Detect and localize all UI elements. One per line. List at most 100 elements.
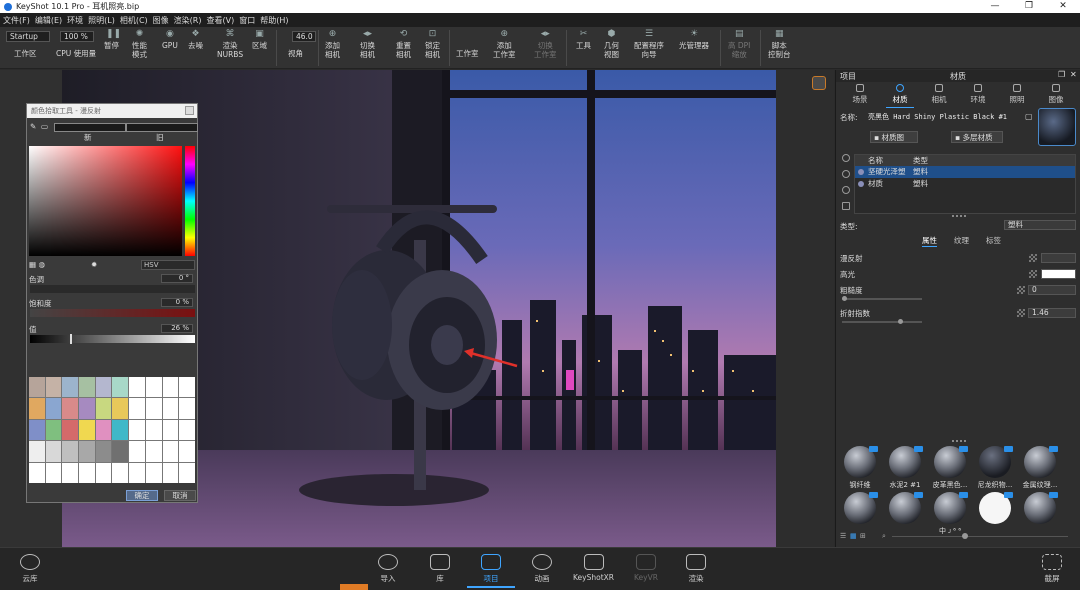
color-swatch[interactable] <box>162 441 179 462</box>
subtab-properties[interactable]: 属性 <box>922 235 937 247</box>
script-console-button[interactable]: ▦ 脚本 控制台 <box>768 29 791 59</box>
library-material-item[interactable]: 中 ᴊ ⁶ ⁶ <box>932 492 968 536</box>
denoise-button[interactable]: ❖ 去噪 <box>188 29 203 50</box>
workspace-select[interactable]: Startup <box>6 31 50 42</box>
resize-handle[interactable] <box>952 440 966 442</box>
roughness-field[interactable]: 0 <box>1028 285 1076 295</box>
list-view-icon[interactable]: ☰ <box>840 532 846 540</box>
search-icon[interactable]: ⌕ <box>882 532 886 541</box>
menu-environment[interactable]: 环境 <box>67 15 83 26</box>
menu-edit[interactable]: 编辑(E) <box>35 15 62 26</box>
resize-handle[interactable] <box>952 215 966 217</box>
color-swatch[interactable] <box>162 398 179 419</box>
tools-button[interactable]: ✂ 工具 <box>576 29 591 50</box>
library-material-item[interactable]: 钢纤维 <box>842 446 878 490</box>
screen-pick-icon[interactable]: ▭ <box>41 122 48 131</box>
color-swatch[interactable] <box>145 441 162 462</box>
ior-field[interactable]: 1.46 <box>1028 308 1076 318</box>
color-swatch[interactable] <box>45 398 62 419</box>
value-slider[interactable] <box>30 334 195 344</box>
color-swatch[interactable] <box>145 377 162 398</box>
color-swatch[interactable] <box>112 419 129 441</box>
color-swatch[interactable] <box>62 462 79 483</box>
color-swatch[interactable] <box>45 441 62 462</box>
color-swatch[interactable] <box>179 398 195 419</box>
color-swatch[interactable] <box>162 462 179 483</box>
add-studio-button[interactable]: ⊕ 添加 工作室 <box>493 29 516 59</box>
color-picker-close-button[interactable] <box>185 106 194 115</box>
color-swatch[interactable] <box>179 419 195 441</box>
color-swatch[interactable] <box>29 462 45 483</box>
library-material-item[interactable] <box>842 492 878 526</box>
roughness-texture-icon[interactable] <box>1017 286 1025 294</box>
cloud-library-button[interactable]: 云库 <box>20 554 40 584</box>
color-swatch[interactable] <box>129 398 145 419</box>
menu-window[interactable]: 窗口 <box>239 15 255 26</box>
color-swatch[interactable] <box>129 462 145 483</box>
subtab-textures[interactable]: 纹理 <box>954 235 969 246</box>
close-panel-icon[interactable]: ✕ <box>1070 70 1077 79</box>
keyvr-button[interactable]: KeyVR <box>634 554 658 582</box>
color-swatch[interactable] <box>95 462 112 483</box>
color-swatch[interactable] <box>129 419 145 441</box>
color-swatch[interactable] <box>29 419 45 441</box>
animation-button[interactable]: 动画 <box>532 554 552 584</box>
tab-camera[interactable]: 相机 <box>919 83 959 105</box>
ior-texture-icon[interactable] <box>1017 309 1025 317</box>
color-swatch[interactable] <box>112 462 129 483</box>
configurator-wizard-button[interactable]: ☰ 配置程序 向导 <box>634 29 664 59</box>
color-swatch[interactable] <box>79 419 95 441</box>
old-color-swatch[interactable] <box>126 123 198 132</box>
ior-slider[interactable] <box>842 319 922 324</box>
menu-lighting[interactable]: 照明(L) <box>88 15 115 26</box>
color-swatch[interactable] <box>45 419 62 441</box>
eyedropper-icon[interactable]: ✎ <box>30 122 36 131</box>
table-row[interactable]: 材质 塑料 <box>855 178 1075 190</box>
color-mode-select[interactable]: HSV <box>141 260 195 270</box>
refresh-icon[interactable] <box>842 154 850 162</box>
lock-camera-button[interactable]: ⊡ 锁定 相机 <box>425 29 440 59</box>
diffuse-texture-icon[interactable] <box>1029 254 1037 262</box>
color-swatch[interactable] <box>129 377 145 398</box>
color-swatch[interactable] <box>79 398 95 419</box>
maximize-button[interactable]: ❐ <box>1012 0 1046 13</box>
region-button[interactable]: ▣ 区域 <box>252 29 267 50</box>
library-material-item[interactable] <box>977 492 1013 526</box>
close-button[interactable]: ✕ <box>1046 0 1080 13</box>
screenshot-button[interactable]: 截屏 <box>1042 554 1062 584</box>
color-swatch[interactable] <box>112 377 129 398</box>
fov-field[interactable]: 46.0 <box>292 31 316 42</box>
color-swatch[interactable] <box>129 441 145 462</box>
color-swatch[interactable] <box>145 419 162 441</box>
menu-render[interactable]: 渲染(R) <box>174 15 202 26</box>
palette-icon[interactable]: ▦ ◍ <box>29 260 45 269</box>
color-swatch[interactable] <box>95 441 112 462</box>
library-button[interactable]: 库 <box>430 554 450 584</box>
material-preview-thumbnail[interactable] <box>1038 108 1076 146</box>
menu-help[interactable]: 帮助(H) <box>260 15 288 26</box>
menu-file[interactable]: 文件(F) <box>3 15 30 26</box>
saturation-slider[interactable] <box>30 309 195 317</box>
tab-image[interactable]: 图像 <box>1036 83 1076 105</box>
tab-scene[interactable]: 场景 <box>840 83 880 105</box>
color-swatch[interactable] <box>29 398 45 419</box>
material-picker-icon[interactable] <box>812 76 826 90</box>
cpu-usage-button[interactable]: CPU 使用量 <box>56 49 96 58</box>
color-swatch[interactable] <box>62 419 79 441</box>
value-slider-handle[interactable] <box>70 334 72 344</box>
color-swatch[interactable] <box>112 441 129 462</box>
ok-button[interactable]: 确定 <box>126 490 158 501</box>
specular-color-swatch[interactable] <box>1041 269 1076 279</box>
color-swatch[interactable] <box>79 462 95 483</box>
save-material-icon[interactable]: ▢ <box>1025 112 1033 121</box>
specular-texture-icon[interactable] <box>1029 270 1037 278</box>
render-button[interactable]: 渲染 <box>686 554 706 584</box>
settings-gear-icon[interactable]: ✹ <box>91 260 97 269</box>
reset-camera-button[interactable]: ⟲ 重置 相机 <box>396 29 411 59</box>
roughness-slider-knob[interactable] <box>842 296 847 301</box>
workspace-button[interactable]: 工作区 <box>14 49 37 58</box>
pause-button[interactable]: ❚❚ 暂停 <box>104 29 121 50</box>
menu-camera[interactable]: 相机(C) <box>120 15 148 26</box>
color-swatch[interactable] <box>29 377 45 398</box>
multi-material-button[interactable]: ▪ 多层材质 <box>951 131 1003 143</box>
